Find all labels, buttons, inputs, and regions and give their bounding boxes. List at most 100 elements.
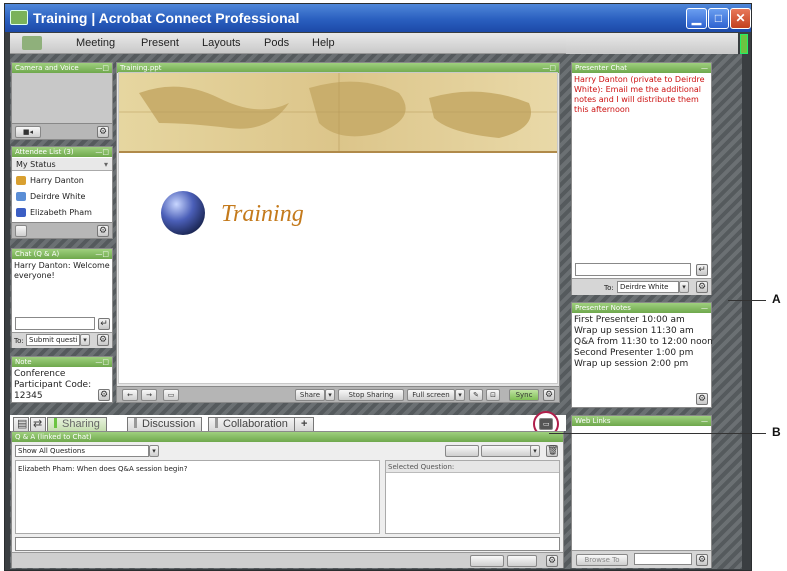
- pods-menu-icon[interactable]: ▭: [539, 418, 553, 430]
- document-icon[interactable]: ▤: [13, 417, 29, 431]
- pod-header[interactable]: Q & A (linked to Chat): [12, 432, 563, 442]
- send-privately-button[interactable]: [507, 555, 537, 567]
- maximize-icon[interactable]: □: [708, 8, 729, 29]
- pod-header[interactable]: Web Links —: [572, 416, 711, 426]
- pod-options-icon[interactable]: ⚙: [97, 334, 109, 346]
- stop-sharing-button[interactable]: Stop Sharing: [338, 389, 404, 401]
- pod-menu-icon[interactable]: —: [701, 63, 708, 73]
- chevron-down-icon[interactable]: ▾: [455, 389, 465, 401]
- slides-icon[interactable]: ▭: [163, 389, 179, 401]
- window-title: Training | Acrobat Connect Professional: [33, 10, 300, 26]
- presenter-notes-pod: Presenter Notes — First Presenter 10:00 a…: [571, 302, 713, 408]
- attendee-row[interactable]: Elizabeth Pham: [12, 206, 112, 219]
- camera-icon[interactable]: ■◂: [15, 126, 41, 138]
- pod-menu-icon[interactable]: —: [701, 303, 708, 313]
- previous-slide-icon[interactable]: ←: [122, 389, 138, 401]
- pod-header[interactable]: Camera and Voice —□: [12, 63, 112, 73]
- attendee-row[interactable]: Harry Danton: [12, 174, 112, 187]
- layout-tabs-bar: ▤ ⇄ Sharing Discussion Collaboration + ▭: [10, 411, 566, 437]
- pod-footer: ■◂ ⚙: [12, 123, 112, 139]
- qa-pod: Q & A (linked to Chat) Show All Question…: [11, 431, 564, 568]
- slide-title: Training: [221, 201, 304, 227]
- pod-header[interactable]: Presenter Chat —: [572, 63, 711, 73]
- delete-icon[interactable]: 🗑: [546, 445, 558, 457]
- menu-bar: Meeting Present Layouts Pods Help: [10, 33, 566, 54]
- sync-button[interactable]: Sync: [509, 389, 539, 401]
- qa-action-button[interactable]: [445, 445, 479, 457]
- question-filter-select[interactable]: Show All Questions: [15, 445, 149, 457]
- chevron-down-icon[interactable]: ▾: [530, 445, 540, 457]
- layout-icon[interactable]: ⇄: [30, 417, 46, 431]
- menu-present[interactable]: Present: [141, 37, 179, 49]
- pod-header[interactable]: Attendee List (3) —□: [12, 147, 112, 157]
- add-layout-button[interactable]: +: [294, 417, 315, 431]
- world-map-graphic: [119, 73, 557, 151]
- recipient-select[interactable]: Deirdre White: [617, 281, 679, 293]
- answer-input[interactable]: [15, 537, 560, 551]
- chevron-down-icon[interactable]: ▾: [325, 389, 335, 401]
- qa-footer: ⚙: [12, 552, 563, 568]
- callout-line-a: [728, 300, 766, 301]
- pod-options-icon[interactable]: ⚙: [97, 126, 109, 138]
- my-status-dropdown[interactable]: My Status ▾: [12, 158, 112, 171]
- menu-meeting[interactable]: Meeting: [76, 37, 115, 49]
- chat-message: Harry Danton: Welcome everyone!: [14, 261, 110, 280]
- pod-options-icon[interactable]: ⚙: [696, 554, 708, 566]
- next-slide-icon[interactable]: →: [141, 389, 157, 401]
- draw-icon[interactable]: ✎: [469, 389, 483, 401]
- fit-icon[interactable]: ⊡: [486, 389, 500, 401]
- minimize-icon[interactable]: ▁: [686, 8, 707, 29]
- notes-line: First Presenter 10:00 am: [574, 315, 685, 325]
- pod-options-icon[interactable]: ⚙: [696, 393, 708, 405]
- close-icon[interactable]: ✕: [730, 8, 751, 29]
- pod-menu-icon[interactable]: —□: [95, 249, 109, 259]
- pod-options-icon[interactable]: ⚙: [543, 389, 555, 401]
- chevron-down-icon[interactable]: ▾: [149, 445, 159, 457]
- menu-help[interactable]: Help: [312, 37, 335, 49]
- pod-options-icon[interactable]: ⚙: [97, 225, 109, 237]
- title-bar[interactable]: Training | Acrobat Connect Professional …: [5, 4, 751, 32]
- chat-footer: To: Submit questi ▾ ⚙: [12, 332, 112, 348]
- question-list[interactable]: Elizabeth Pham: When does Q&A session be…: [15, 460, 380, 534]
- layout-bar-handle[interactable]: [740, 34, 748, 54]
- menu-layouts[interactable]: Layouts: [202, 37, 241, 49]
- tab-collaboration[interactable]: Collaboration: [208, 417, 295, 431]
- attendee-row[interactable]: Deirdre White: [12, 190, 112, 203]
- tab-discussion[interactable]: Discussion: [127, 417, 203, 431]
- recipient-select[interactable]: Submit questi: [26, 334, 80, 346]
- send-icon[interactable]: ↵: [98, 318, 110, 330]
- pod-menu-icon[interactable]: —□: [95, 63, 109, 73]
- tab-sharing[interactable]: Sharing: [47, 417, 107, 431]
- tab-label: Sharing: [62, 418, 100, 430]
- status-button[interactable]: [15, 225, 27, 237]
- callout-line-b: [549, 433, 766, 434]
- pod-header[interactable]: Chat (Q & A) —□: [12, 249, 112, 259]
- my-status-label: My Status: [16, 160, 56, 169]
- notes-line: Q&A from 11:30 to 12:00 noon: [574, 337, 713, 347]
- send-answer-button[interactable]: [470, 555, 504, 567]
- pod-options-icon[interactable]: ⚙: [98, 389, 110, 401]
- slide-divider: [119, 151, 557, 153]
- pod-options-icon[interactable]: ⚙: [546, 555, 558, 567]
- question-item[interactable]: Elizabeth Pham: When does Q&A session be…: [18, 464, 187, 474]
- pod-header[interactable]: Presenter Notes —: [572, 303, 711, 313]
- chat-input[interactable]: [15, 317, 95, 330]
- full-screen-button[interactable]: Full screen: [407, 389, 455, 401]
- pod-menu-icon[interactable]: —□: [95, 147, 109, 157]
- notes-line: Wrap up session 11:30 am: [574, 326, 694, 336]
- pod-menu-icon[interactable]: —: [701, 416, 708, 426]
- presenter-chat-input[interactable]: [575, 263, 691, 276]
- pod-options-icon[interactable]: ⚙: [696, 281, 708, 293]
- share-button[interactable]: Share: [295, 389, 325, 401]
- pod-menu-icon[interactable]: —□: [95, 357, 109, 367]
- to-label: To:: [604, 284, 614, 292]
- chevron-down-icon[interactable]: ▾: [80, 334, 90, 346]
- send-icon[interactable]: ↵: [696, 264, 708, 276]
- chevron-down-icon[interactable]: ▾: [679, 281, 689, 293]
- web-link-input[interactable]: [634, 553, 692, 565]
- pod-header[interactable]: Note —□: [12, 357, 112, 367]
- browse-to-button[interactable]: Browse To: [576, 554, 628, 566]
- connect-logo-icon[interactable]: [22, 36, 42, 50]
- private-chat-message: Harry Danton (private to Deirdre White):…: [574, 75, 705, 114]
- menu-pods[interactable]: Pods: [264, 37, 289, 49]
